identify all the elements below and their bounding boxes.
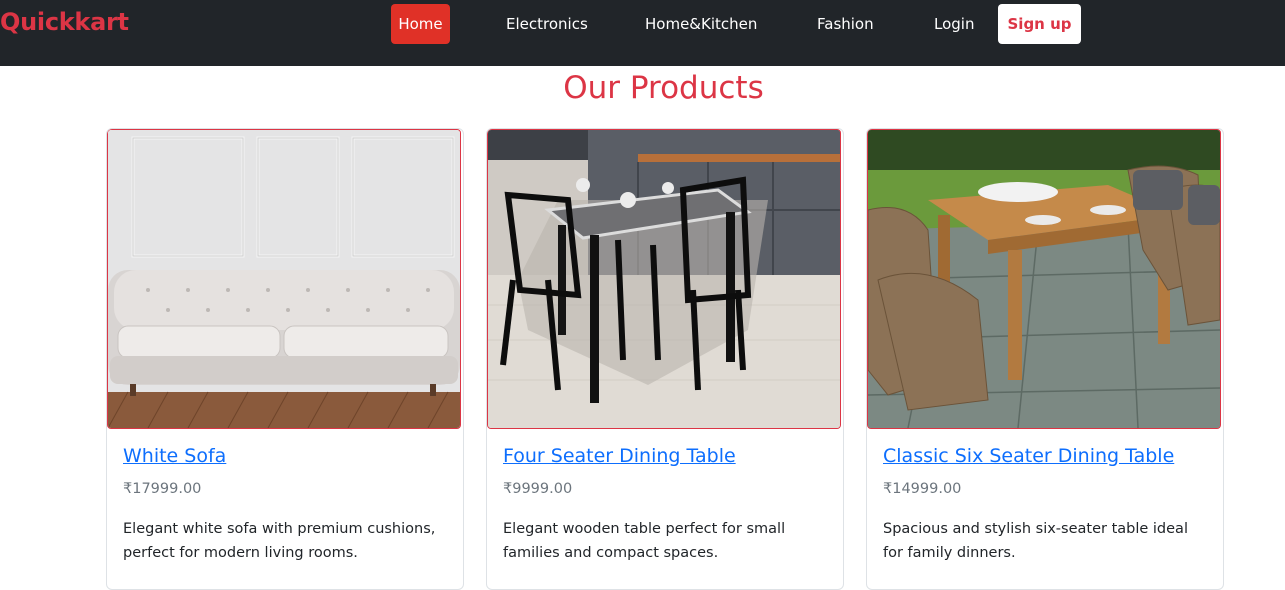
dining-table-image — [488, 130, 840, 428]
brand-logo[interactable]: Quickkart — [0, 8, 129, 36]
product-card: White Sofa ₹17999.00 Elegant white sofa … — [106, 128, 464, 590]
nav-fashion-link[interactable]: Fashion — [817, 4, 874, 44]
signup-button[interactable]: Sign up — [998, 4, 1081, 44]
outdoor-table-image — [868, 130, 1220, 428]
product-title-link[interactable]: Classic Six Seater Dining Table — [883, 445, 1174, 467]
product-description: Spacious and stylish six-seater table id… — [883, 521, 1188, 561]
product-title-link[interactable]: White Sofa — [123, 445, 226, 467]
product-price: ₹14999.00 — [883, 481, 962, 497]
product-description: Elegant wooden table perfect for small f… — [503, 521, 786, 561]
product-price: ₹9999.00 — [503, 481, 573, 497]
product-card: Four Seater Dining Table ₹9999.00 Elegan… — [486, 128, 844, 590]
product-title-link[interactable]: Four Seater Dining Table — [503, 445, 736, 467]
nav-home-link[interactable]: Home — [391, 4, 450, 44]
page-title: Our Products — [563, 70, 764, 106]
product-image[interactable] — [487, 129, 841, 429]
product-image[interactable] — [867, 129, 1221, 429]
product-image[interactable] — [107, 129, 461, 429]
nav-login-link[interactable]: Login — [934, 4, 974, 44]
product-price: ₹17999.00 — [123, 481, 202, 497]
navbar: Quickkart Home Electronics Home&Kitchen … — [0, 0, 1285, 66]
nav-electronics-link[interactable]: Electronics — [506, 4, 588, 44]
nav-home-kitchen-link[interactable]: Home&Kitchen — [645, 4, 757, 44]
product-description: Elegant white sofa with premium cushions… — [123, 521, 436, 561]
product-card: Classic Six Seater Dining Table ₹14999.0… — [866, 128, 1224, 590]
sofa-image — [108, 130, 460, 428]
